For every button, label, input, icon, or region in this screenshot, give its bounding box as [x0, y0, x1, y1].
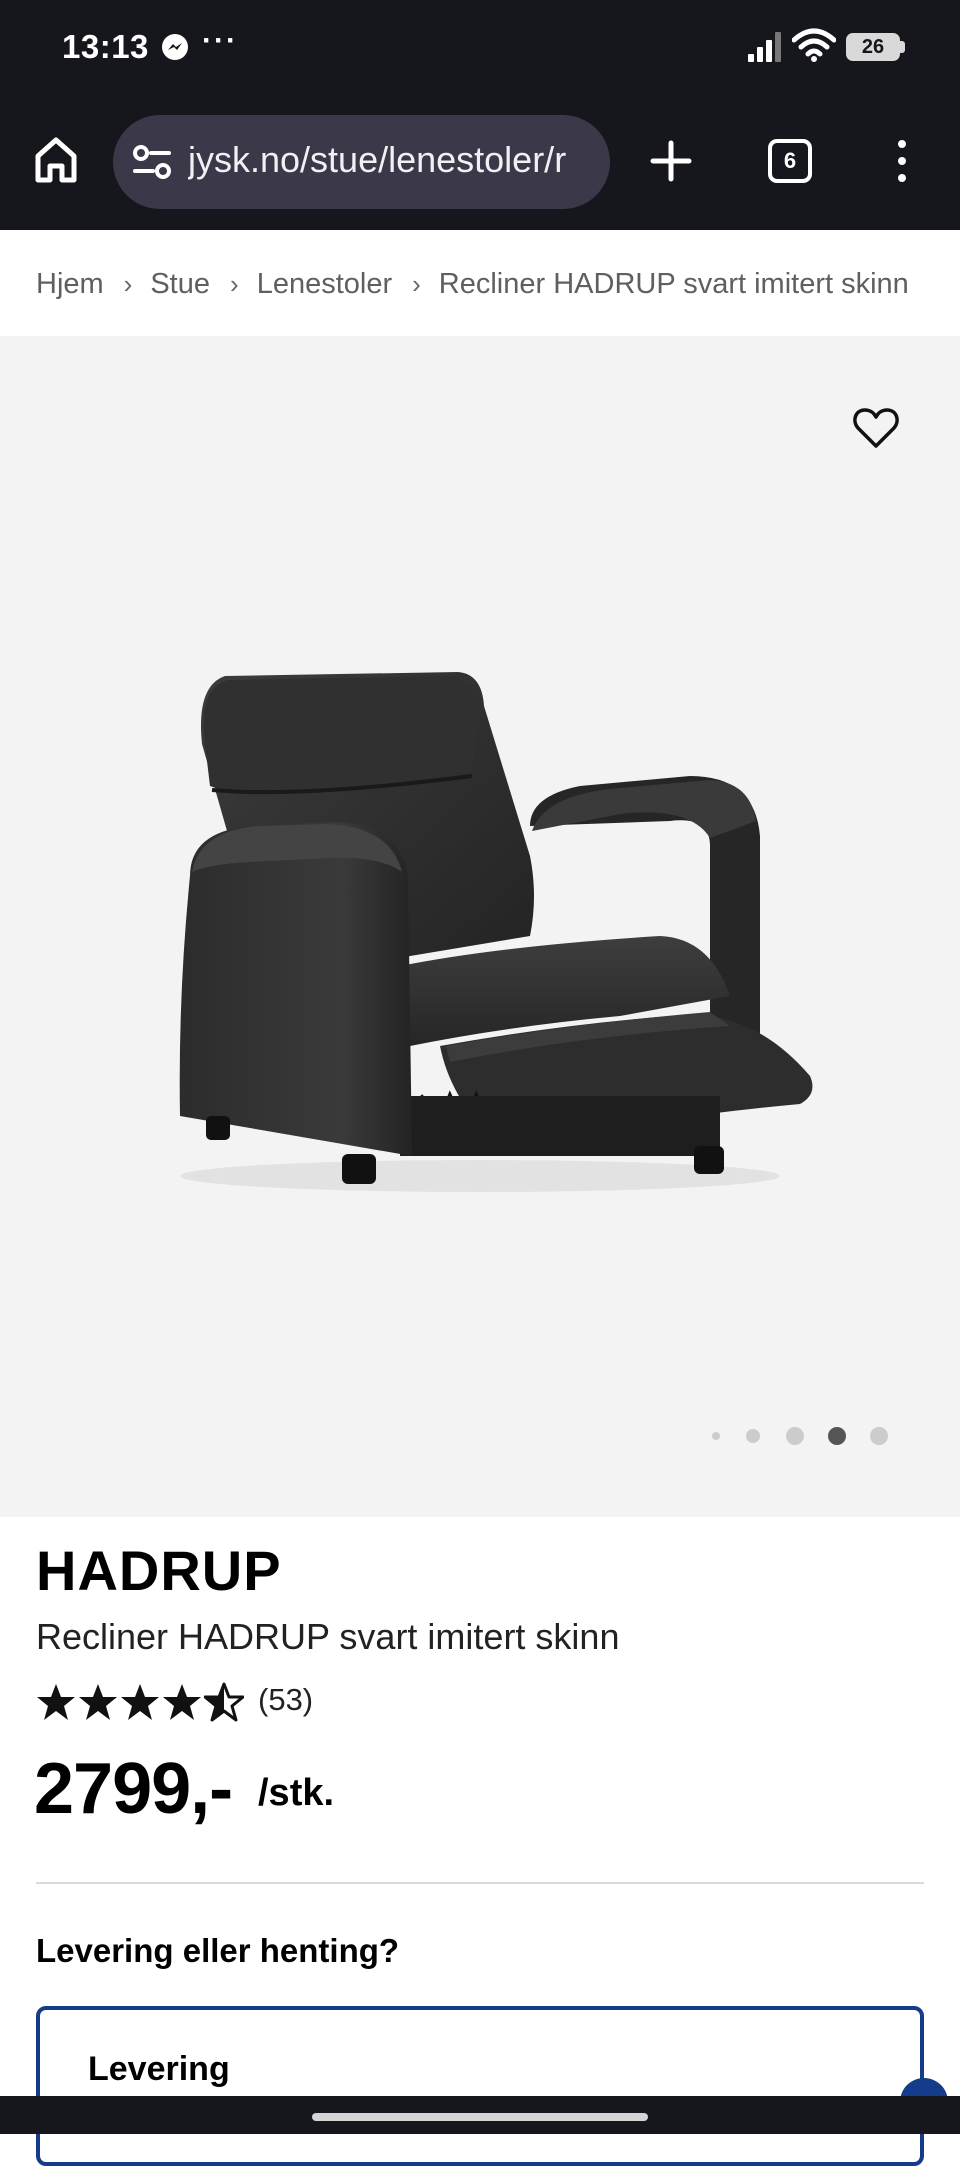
battery-tip [900, 41, 905, 53]
breadcrumb-item-stue[interactable]: Stue [150, 268, 210, 300]
gallery-dot[interactable] [870, 1427, 888, 1445]
product-image[interactable] [150, 576, 830, 1196]
product-gallery[interactable] [0, 336, 960, 1517]
gallery-dot[interactable] [746, 1429, 760, 1443]
system-nav-bar [0, 2096, 960, 2134]
new-tab-icon[interactable] [650, 140, 692, 182]
messenger-icon [162, 34, 188, 60]
delivery-option-card[interactable]: Levering [36, 2006, 924, 2166]
star-full-icon [79, 1684, 117, 1720]
breadcrumb-separator: › [412, 269, 421, 299]
gesture-handle[interactable] [312, 2113, 648, 2121]
site-settings-icon[interactable] [133, 145, 171, 179]
battery-icon: 26 [846, 33, 900, 61]
product-brand: HADRUP [36, 1539, 282, 1602]
gallery-dot[interactable] [712, 1432, 720, 1440]
signal-icon [748, 32, 781, 62]
status-time: 13:13 [62, 28, 149, 65]
breadcrumb-separator: › [230, 269, 239, 299]
browser-toolbar: jysk.no/stue/lenestoler/r 6 [0, 100, 960, 230]
status-bar: 13:13 ··· 26 [0, 0, 960, 100]
review-count[interactable]: (53) [258, 1682, 313, 1718]
breadcrumb-separator: › [123, 269, 133, 299]
divider [36, 1882, 924, 1884]
gallery-dot[interactable] [786, 1427, 804, 1445]
product-name: Recliner HADRUP svart imitert skinn [36, 1616, 620, 1657]
favorite-heart-icon[interactable] [852, 406, 900, 450]
breadcrumb: Hjem › Stue › Lenestoler › Recliner HADRUP sva… [0, 232, 960, 336]
star-full-icon [121, 1684, 159, 1720]
home-icon[interactable] [32, 134, 80, 186]
wifi-icon [792, 28, 836, 62]
star-half-icon [204, 1682, 244, 1722]
product-price: 2799,- [34, 1749, 233, 1829]
delivery-heading: Levering eller henting? [36, 1932, 400, 1969]
star-full-icon [37, 1684, 75, 1720]
breadcrumb-item-hjem[interactable]: Hjem [36, 268, 104, 300]
star-full-icon [163, 1684, 201, 1720]
breadcrumb-item-lenestoler[interactable]: Lenestoler [257, 268, 392, 300]
breadcrumb-item-current: Recliner HADRUP svart imitert skinn [438, 268, 909, 300]
status-more-indicator: ··· [202, 24, 238, 57]
more-menu-icon[interactable] [890, 140, 914, 186]
gallery-dot-active[interactable] [828, 1427, 846, 1445]
price-unit: /stk. [258, 1772, 335, 1814]
url-text[interactable]: jysk.no/stue/lenestoler/r [188, 139, 598, 181]
delivery-option-label[interactable]: Levering [88, 2050, 230, 2089]
tab-switcher-button[interactable]: 6 [768, 139, 812, 183]
address-bar[interactable]: jysk.no/stue/lenestoler/r [113, 115, 610, 209]
